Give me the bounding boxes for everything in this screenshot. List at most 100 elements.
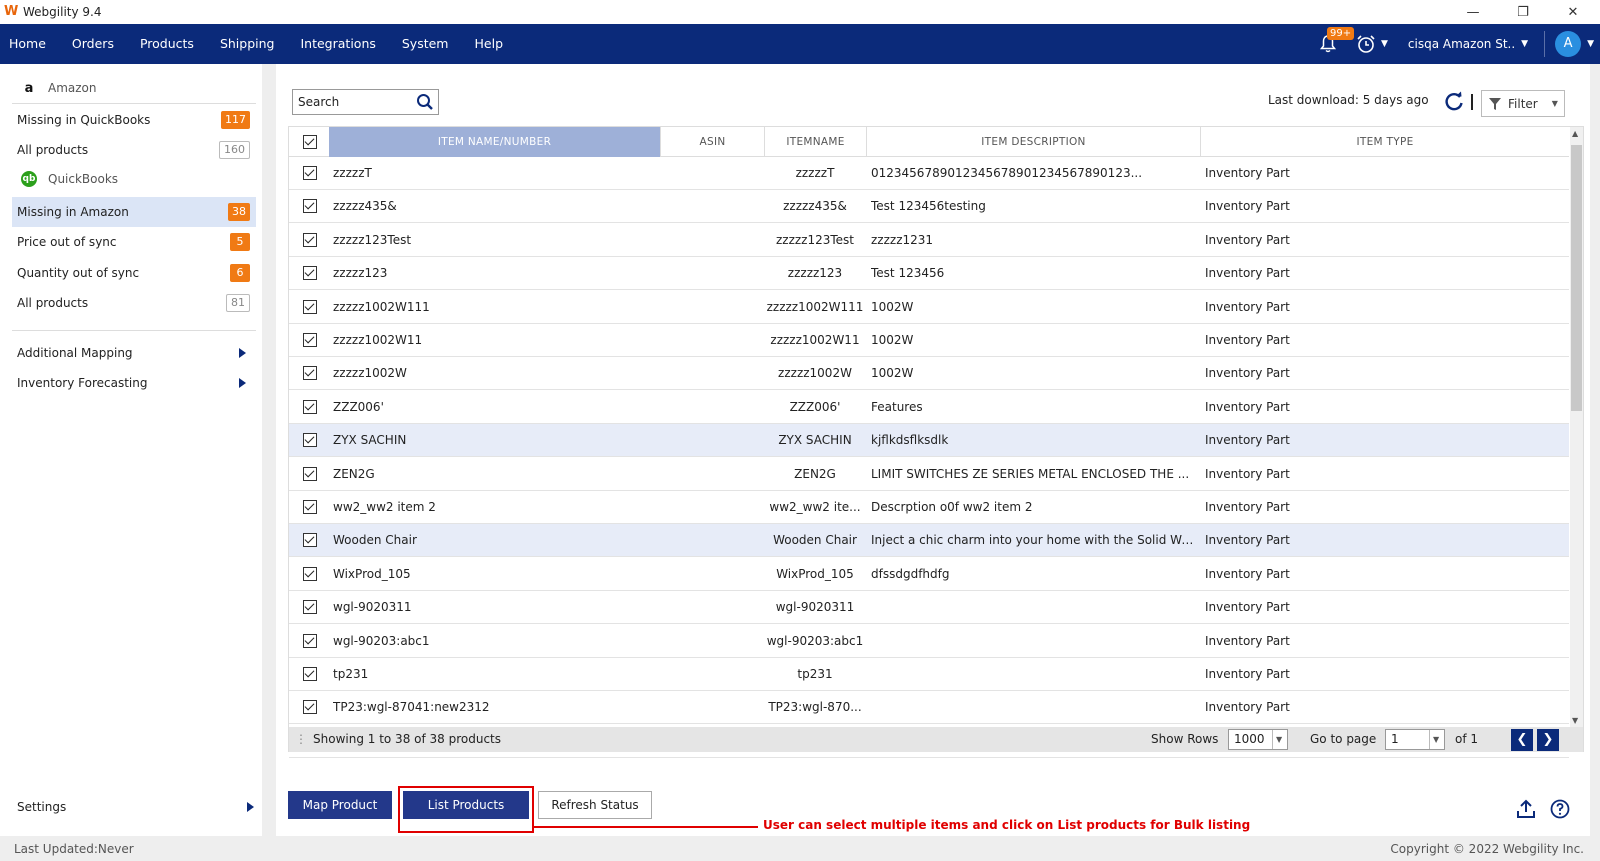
row-checkbox[interactable]	[303, 299, 317, 314]
count-badge: 117	[221, 111, 250, 129]
sidebar-item-qb-all-products[interactable]: All products 81	[12, 288, 256, 318]
table-row[interactable]: zzzzz1002W zzzzz1002W 1002W Inventory Part	[289, 357, 1569, 391]
table-row[interactable]: ww2_ww2 item 2 ww2_ww2 ite... Descrption o…	[289, 491, 1569, 524]
cell-itemname: ZZZ006'	[789, 399, 841, 414]
drag-handle-icon[interactable]: ⋮	[295, 727, 307, 752]
help-icon[interactable]	[1550, 799, 1570, 819]
row-checkbox[interactable]	[303, 700, 317, 715]
chevron-down-icon[interactable]: ▼	[1587, 39, 1594, 49]
table-row[interactable]: zzzzz435& zzzzz435& Test 123456testing Inve…	[289, 190, 1569, 224]
row-checkbox[interactable]	[303, 566, 317, 581]
map-product-button[interactable]: Map Product	[288, 791, 392, 819]
table-row[interactable]: Wooden Chair Wooden Chair Inject a chic ch…	[289, 524, 1569, 558]
upload-icon[interactable]	[1516, 799, 1536, 819]
notifications-button[interactable]: 99+	[1313, 24, 1355, 64]
table-row[interactable]: zzzzzT zzzzzT 0123456789012345678901234567…	[289, 157, 1569, 190]
cell-itemname: ww2_ww2 ite...	[769, 500, 861, 514]
column-item-description[interactable]: ITEM DESCRIPTION	[867, 127, 1201, 157]
nav-products[interactable]: Products	[127, 24, 207, 64]
cell-asin	[661, 391, 765, 424]
column-item-type[interactable]: ITEM TYPE	[1201, 127, 1569, 157]
source-label: QuickBooks	[48, 172, 119, 186]
go-to-page-value: 1	[1391, 732, 1399, 746]
column-asin[interactable]: ASIN	[661, 127, 765, 157]
row-checkbox[interactable]	[303, 533, 317, 548]
table-row[interactable]: zzzzz123 zzzzz123 Test 123456 Inventory Par…	[289, 257, 1569, 291]
close-button[interactable]: ✕	[1550, 0, 1596, 24]
vertical-scrollbar[interactable]: ▲ ▼	[1570, 127, 1583, 727]
row-checkbox[interactable]	[303, 667, 317, 681]
minimize-button[interactable]: —	[1450, 0, 1496, 24]
search-input[interactable]	[293, 90, 413, 114]
cell-asin	[661, 424, 765, 457]
chevron-up-icon[interactable]: ▲	[1572, 129, 1578, 138]
annotation-highlight-box	[398, 786, 534, 833]
sidebar-item-missing-in-quickbooks[interactable]: Missing in QuickBooks 117	[12, 105, 256, 135]
nav-integrations[interactable]: Integrations	[287, 24, 388, 64]
cell-asin	[661, 658, 765, 691]
table-row[interactable]: zzzzz1002W11 zzzzz1002W11 1002W Inventory P…	[289, 324, 1569, 357]
row-checkbox[interactable]	[303, 433, 317, 448]
cell-item-name: tp231	[333, 667, 369, 681]
refresh-icon[interactable]	[1443, 91, 1465, 113]
row-checkbox[interactable]	[303, 232, 317, 247]
sidebar-item-settings[interactable]: Settings	[12, 792, 256, 822]
count-badge: 160	[219, 141, 250, 159]
row-checkbox[interactable]	[303, 399, 317, 414]
next-page-button[interactable]: ❯	[1537, 729, 1559, 751]
table-row[interactable]: ZYX SACHIN ZYX SACHIN kjflkdsflksdlk Invent…	[289, 424, 1569, 458]
cell-item-type: Inventory Part	[1205, 366, 1290, 381]
filter-button[interactable]: Filter ▼	[1481, 90, 1565, 117]
row-checkbox[interactable]	[303, 366, 317, 381]
refresh-status-button[interactable]: Refresh Status	[538, 791, 652, 819]
nav-system[interactable]: System	[389, 24, 462, 64]
table-row[interactable]: TP23:wgl-87041:new2312 TP23:wgl-870... Inv…	[289, 691, 1569, 725]
source-label: Amazon	[48, 81, 97, 95]
chevron-down-icon[interactable]: ▼	[1381, 39, 1388, 49]
nav-shipping[interactable]: Shipping	[207, 24, 288, 64]
cell-item-type: Inventory Part	[1205, 566, 1290, 581]
store-selector[interactable]: cisqa Amazon St..	[1408, 37, 1515, 51]
row-checkbox[interactable]	[303, 199, 317, 214]
sidebar-item-inventory-forecasting[interactable]: Inventory Forecasting	[12, 368, 256, 398]
sidebar-item-missing-in-amazon[interactable]: Missing in Amazon 38	[12, 197, 256, 227]
column-item-name[interactable]: ITEM NAME/NUMBER	[329, 127, 661, 157]
avatar[interactable]: A	[1555, 31, 1582, 57]
row-checkbox[interactable]	[303, 266, 317, 281]
row-checkbox[interactable]	[303, 500, 317, 514]
sidebar-item-price-out-of-sync[interactable]: Price out of sync 5	[12, 227, 256, 257]
row-checkbox[interactable]	[303, 600, 317, 615]
table-row[interactable]: zzzzz1002W111 zzzzz1002W111 1002W Inventory…	[289, 291, 1569, 324]
sidebar-item-additional-mapping[interactable]: Additional Mapping	[12, 338, 256, 368]
scrollbar-thumb[interactable]	[1571, 145, 1582, 411]
sidebar-item-quantity-out-of-sync[interactable]: Quantity out of sync 6	[12, 258, 256, 288]
column-itemname[interactable]: ITEMNAME	[765, 127, 867, 157]
cell-asin	[661, 190, 765, 223]
row-checkbox[interactable]	[303, 633, 317, 648]
table-row[interactable]: ZEN2G ZEN2G LIMIT SWITCHES ZE SERIES METAL…	[289, 458, 1569, 491]
select-all-checkbox[interactable]	[303, 135, 317, 149]
nav-help[interactable]: Help	[462, 24, 517, 64]
table-row[interactable]: wgl-9020311 wgl-9020311 Inventory Part	[289, 591, 1569, 625]
table-row[interactable]: WixProd_105 WixProd_105 dfssdgdfhdfg Invent…	[289, 558, 1569, 591]
sidebar-item-amazon-all-products[interactable]: All products 160	[12, 135, 256, 165]
cell-itemname: zzzzzT	[795, 166, 835, 180]
table-row[interactable]: ZZZ006' ZZZ006' Features Inventory Part	[289, 391, 1569, 424]
row-checkbox[interactable]	[303, 166, 317, 180]
cell-item-type: Inventory Part	[1205, 700, 1290, 715]
show-rows-select[interactable]: 1000 ▼	[1228, 729, 1288, 750]
table-row[interactable]: wgl-90203:abc1 wgl-90203:abc1 Inventory Pa…	[289, 625, 1569, 658]
row-checkbox[interactable]	[303, 466, 317, 481]
alarm-button[interactable]	[1351, 24, 1381, 64]
table-row[interactable]: zzzzz123Test zzzzz123Test zzzzz1231 Invento…	[289, 224, 1569, 257]
restore-button[interactable]: ❐	[1500, 0, 1546, 24]
go-to-page-select[interactable]: 1 ▼	[1385, 729, 1445, 750]
nav-home[interactable]: Home	[0, 24, 59, 64]
row-checkbox[interactable]	[303, 333, 317, 347]
prev-page-button[interactable]: ❮	[1511, 729, 1533, 751]
nav-orders[interactable]: Orders	[59, 24, 127, 64]
chevron-down-icon[interactable]: ▼	[1521, 39, 1528, 49]
table-row[interactable]: tp231 tp231 Inventory Part	[289, 658, 1569, 691]
chevron-down-icon[interactable]: ▼	[1572, 716, 1578, 725]
search-icon[interactable]	[416, 93, 434, 111]
